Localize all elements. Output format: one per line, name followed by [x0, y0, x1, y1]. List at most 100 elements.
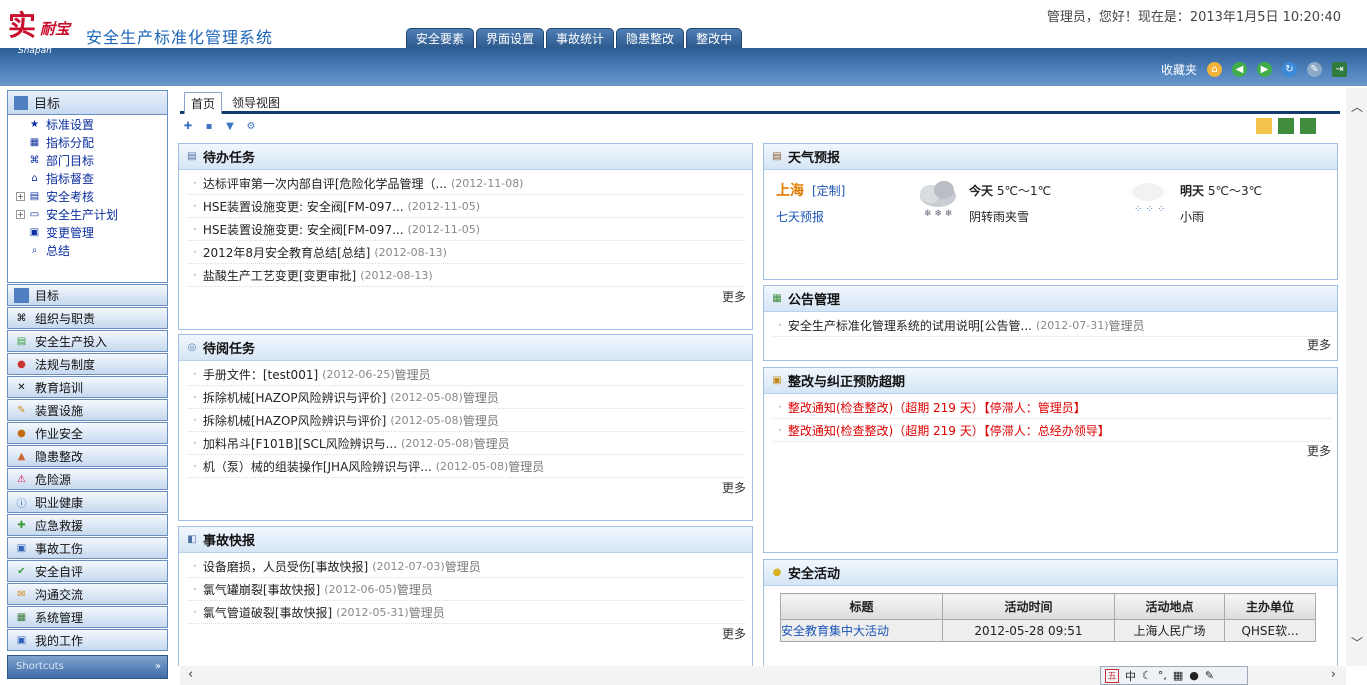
scroll-down-icon[interactable]: ﹀	[1351, 634, 1363, 651]
more-link[interactable]: 更多	[722, 288, 746, 305]
column-header[interactable]: 活动地点	[1114, 593, 1225, 620]
column-header[interactable]: 主办单位	[1224, 593, 1316, 620]
more-link[interactable]: 更多	[722, 479, 746, 496]
tree-item-label: 安全考核	[46, 189, 95, 204]
tree-item-allocation[interactable]: ▦ 指标分配	[8, 133, 167, 151]
sidebar-btn-goal[interactable]: 目标	[7, 284, 168, 306]
item-title: 盐酸生产工艺变更[变更审批]	[202, 268, 357, 283]
ime-mode[interactable]: 中	[1125, 668, 1136, 684]
activity-title-link[interactable]: 安全教育集中大活动	[780, 619, 943, 642]
list-item[interactable]: 设备磨损，人员受伤[事故快报](2012-07-03)管理员	[187, 555, 746, 578]
list-item[interactable]: 机（泵）械的组装操作[JHA风险辨识与评...(2012-05-08)管理员	[187, 455, 746, 478]
sidebar-btn-investment[interactable]: ▤ 安全生产投入	[7, 330, 168, 352]
nav-tab[interactable]: 整改中	[686, 28, 743, 48]
punct-icon[interactable]: °,	[1158, 669, 1167, 682]
scroll-right-icon[interactable]: ›	[1331, 667, 1336, 682]
column-header[interactable]: 标题	[780, 593, 943, 620]
scroll-left-icon[interactable]: ‹	[188, 667, 193, 682]
sidebar-btn-self-eval[interactable]: ✔ 安全自评	[7, 560, 168, 582]
keyboard-icon[interactable]: ▦	[1173, 669, 1183, 682]
home-icon[interactable]: ⌂	[1207, 62, 1222, 77]
wrench-icon[interactable]: ✎	[1205, 669, 1214, 682]
tree-item-supervision[interactable]: ⌂ 指标督查	[8, 169, 167, 187]
tree-item-summary[interactable]: ⌕ 总结	[8, 241, 167, 259]
nav-tab[interactable]: 安全要素	[406, 28, 475, 48]
list-item[interactable]: 氯气罐崩裂[事故快报](2012-06-05)管理员	[187, 578, 746, 601]
grid-icon: ▦	[29, 136, 40, 148]
list-item[interactable]: 手册文件：[test001](2012-06-25)管理员	[187, 363, 746, 386]
list-item[interactable]: 加料吊斗[F101B][SCL风险辨识与...(2012-05-08)管理员	[187, 432, 746, 455]
sidebar-btn-emergency[interactable]: ✚ 应急救援	[7, 514, 168, 536]
more-link[interactable]: 更多	[1307, 442, 1331, 459]
weather-customize-link[interactable]: [定制]	[812, 182, 845, 199]
panel-title: 待阅任务	[203, 342, 256, 357]
open-folder-icon[interactable]	[1256, 118, 1272, 134]
nav-tab[interactable]: 事故统计	[546, 28, 615, 48]
more-link[interactable]: 更多	[1307, 336, 1331, 353]
save-icon[interactable]: ▪	[203, 120, 215, 132]
expand-icon[interactable]: +	[16, 191, 25, 201]
sidebar-btn-hazard[interactable]: ▲ 隐患整改	[7, 445, 168, 467]
tree-item-change[interactable]: ▣ 变更管理	[8, 223, 167, 241]
favorites-link[interactable]: 收藏夹	[1161, 61, 1197, 78]
sidebar-btn-danger-source[interactable]: ⚠ 危险源	[7, 468, 168, 490]
layout-alt-icon[interactable]	[1300, 118, 1316, 134]
expand-icon[interactable]: +	[16, 209, 25, 219]
sidebar-btn-system[interactable]: ▦ 系统管理	[7, 606, 168, 628]
dropdown-icon[interactable]: ▼	[224, 120, 236, 132]
svg-text:⁘ ⁘ ⁘: ⁘ ⁘ ⁘	[1134, 204, 1166, 215]
scroll-up-icon[interactable]: ︿	[1351, 98, 1363, 115]
tab-leader-view[interactable]: 领导视图	[226, 92, 286, 114]
tree-item-plan[interactable]: + ▭ 安全生产计划	[8, 205, 167, 223]
vertical-scrollbar[interactable]: ︿ ﹀	[1346, 88, 1367, 666]
list-item[interactable]: 整改通知(检查整改)（超期 219 天）【停滞人：总经办领导】	[772, 419, 1331, 442]
moon-icon[interactable]: ☾	[1142, 669, 1152, 682]
item-title: 机（泵）械的组装操作[JHA风险辨识与评...	[202, 459, 432, 474]
arrow-left-icon: ◧	[187, 534, 197, 545]
sidebar-btn-training[interactable]: ✕ 教育培训	[7, 376, 168, 398]
list-item[interactable]: 氯气管道破裂[事故快报](2012-05-31)管理员	[187, 601, 746, 624]
sidebar-btn-org[interactable]: ⌘ 组织与职责	[7, 307, 168, 329]
tree-item-assessment[interactable]: + ▤ 安全考核	[8, 187, 167, 205]
sidebar-btn-work-safety[interactable]: ● 作业安全	[7, 422, 168, 444]
user-icon[interactable]: ●	[1189, 669, 1199, 682]
forward-icon[interactable]: ▶	[1257, 62, 1272, 77]
ime-logo-icon[interactable]: 五	[1105, 668, 1119, 683]
sidebar-footer[interactable]: Shortcuts »	[7, 655, 168, 679]
tree-item-standard[interactable]: ★ 标准设置	[8, 115, 167, 133]
tomorrow-forecast: 明天 5℃～3℃	[1180, 182, 1262, 199]
nav-tab[interactable]: 界面设置	[476, 28, 545, 48]
sidebar-btn-injury[interactable]: ▣ 事故工伤	[7, 537, 168, 559]
exit-icon[interactable]: ⇥	[1332, 62, 1347, 77]
sidebar-btn-my-work[interactable]: ▣ 我的工作	[7, 629, 168, 651]
list-item[interactable]: 拆除机械[HAZOP风险辨识与评价](2012-05-08)管理员	[187, 409, 746, 432]
column-header[interactable]: 活动时间	[942, 593, 1115, 620]
more-link[interactable]: 更多	[722, 625, 746, 642]
list-item[interactable]: 安全生产标准化管理系统的试用说明[公告管...(2012-07-31)管理员	[772, 314, 1331, 337]
list-item[interactable]: HSE装置设施变更: 安全阀[FM-097...(2012-11-05)	[187, 195, 746, 218]
settings-icon[interactable]: ⚙	[245, 120, 257, 132]
sidebar-btn-health[interactable]: ⓘ 职业健康	[7, 491, 168, 513]
table-row[interactable]: 安全教育集中大活动 2012-05-28 09:51 上海人民广场 QHSE软.…	[780, 619, 1316, 642]
list-item[interactable]: 2012年8月安全教育总结[总结](2012-08-13)	[187, 241, 746, 264]
sidebar-btn-equipment[interactable]: ✎ 装置设施	[7, 399, 168, 421]
add-icon[interactable]: ✚	[182, 120, 194, 132]
list-item[interactable]: 达标评审第一次内部自评[危险化学品管理（...(2012-11-08)	[187, 172, 746, 195]
layout-icon[interactable]	[1278, 118, 1294, 134]
back-icon[interactable]: ◀	[1232, 62, 1247, 77]
settings-wrench-icon[interactable]: ✎	[1307, 62, 1322, 77]
org-icon: ⌘	[16, 312, 27, 324]
tab-home[interactable]: 首页	[184, 92, 223, 114]
nav-tab[interactable]: 隐患整改	[616, 28, 685, 48]
refresh-icon[interactable]: ↻	[1282, 62, 1297, 77]
list-item[interactable]: 整改通知(检查整改)（超期 219 天）【停滞人：管理员】	[772, 396, 1331, 419]
collapse-icon[interactable]: »	[155, 656, 161, 678]
sidebar-btn-regulation[interactable]: ● 法规与制度	[7, 353, 168, 375]
tree-item-dept-goal[interactable]: ⌘ 部门目标	[8, 151, 167, 169]
seven-day-link[interactable]: 七天预报	[776, 208, 824, 225]
list-item[interactable]: 拆除机械[HAZOP风险辨识与评价](2012-05-08)管理员	[187, 386, 746, 409]
sidebar-btn-communication[interactable]: ✉ 沟通交流	[7, 583, 168, 605]
list-item[interactable]: HSE装置设施变更: 安全阀[FM-097...(2012-11-05)	[187, 218, 746, 241]
list-item[interactable]: 盐酸生产工艺变更[变更审批](2012-08-13)	[187, 264, 746, 287]
image-icon: ▣	[16, 542, 27, 554]
